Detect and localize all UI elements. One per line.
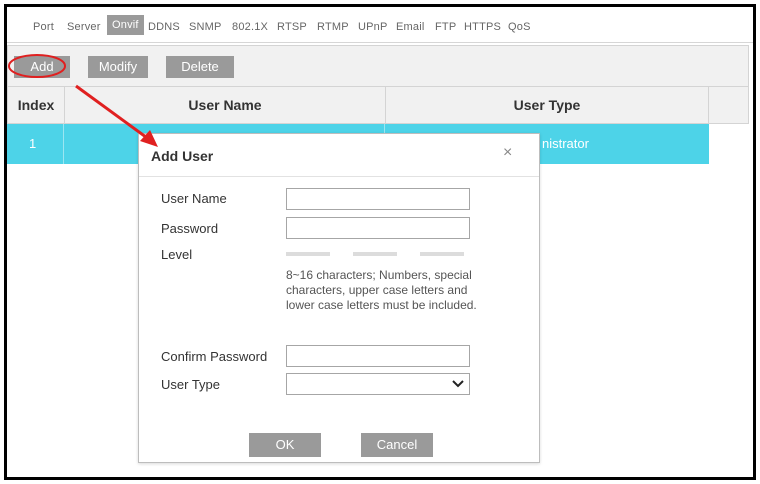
tab-8021x[interactable]: 802.1X <box>228 19 272 35</box>
row-index: 1 <box>29 136 37 151</box>
strength-bar-strong <box>420 252 464 256</box>
tab-qos[interactable]: QoS <box>504 19 535 35</box>
user-type-select[interactable] <box>286 373 470 395</box>
tab-upnp[interactable]: UPnP <box>354 19 392 35</box>
strength-bar-weak <box>286 252 330 256</box>
level-label: Level <box>161 247 193 262</box>
app-frame: Port Server Onvif DDNS SNMP 802.1X RTSP … <box>4 4 756 480</box>
user-name-input[interactable] <box>286 188 470 210</box>
column-divider <box>708 87 709 123</box>
table-header: Index User Name User Type <box>7 86 749 124</box>
row-divider <box>63 124 64 164</box>
modify-button[interactable]: Modify <box>88 56 148 78</box>
column-header-user-name: User Name <box>188 97 262 113</box>
close-icon[interactable]: × <box>503 144 512 162</box>
dialog-title: Add User <box>151 148 214 164</box>
tab-email[interactable]: Email <box>392 19 429 35</box>
confirm-password-label: Confirm Password <box>161 349 268 364</box>
strength-bar-medium <box>353 252 397 256</box>
tab-port[interactable]: Port <box>29 19 58 35</box>
add-user-dialog: Add User × User Name Password Level 8~16… <box>138 133 540 463</box>
tab-https[interactable]: HTTPS <box>460 19 505 35</box>
column-header-user-type: User Type <box>513 97 581 113</box>
user-name-label: User Name <box>161 191 227 206</box>
tab-rtsp[interactable]: RTSP <box>273 19 311 35</box>
dialog-divider <box>139 176 539 177</box>
confirm-password-input[interactable] <box>286 345 470 367</box>
ok-button[interactable]: OK <box>249 433 321 457</box>
chevron-down-icon <box>452 380 464 388</box>
row-user-type: nistrator <box>542 136 589 151</box>
delete-button[interactable]: Delete <box>166 56 234 78</box>
tab-onvif[interactable]: Onvif <box>107 15 144 35</box>
password-hint: 8~16 characters; Numbers, special charac… <box>286 268 477 312</box>
cancel-button[interactable]: Cancel <box>361 433 433 457</box>
add-button[interactable]: Add <box>14 56 70 78</box>
user-type-label: User Type <box>161 377 221 392</box>
tab-server[interactable]: Server <box>63 19 105 35</box>
tab-bar: Port Server Onvif DDNS SNMP 802.1X RTSP … <box>7 7 753 43</box>
password-label: Password <box>161 221 219 236</box>
tab-snmp[interactable]: SNMP <box>185 19 226 35</box>
column-header-index: Index <box>17 97 55 113</box>
toolbar: Add Modify Delete <box>7 45 749 87</box>
tab-rtmp[interactable]: RTMP <box>313 19 353 35</box>
password-input[interactable] <box>286 217 470 239</box>
tab-ddns[interactable]: DDNS <box>144 19 184 35</box>
tab-ftp[interactable]: FTP <box>431 19 460 35</box>
